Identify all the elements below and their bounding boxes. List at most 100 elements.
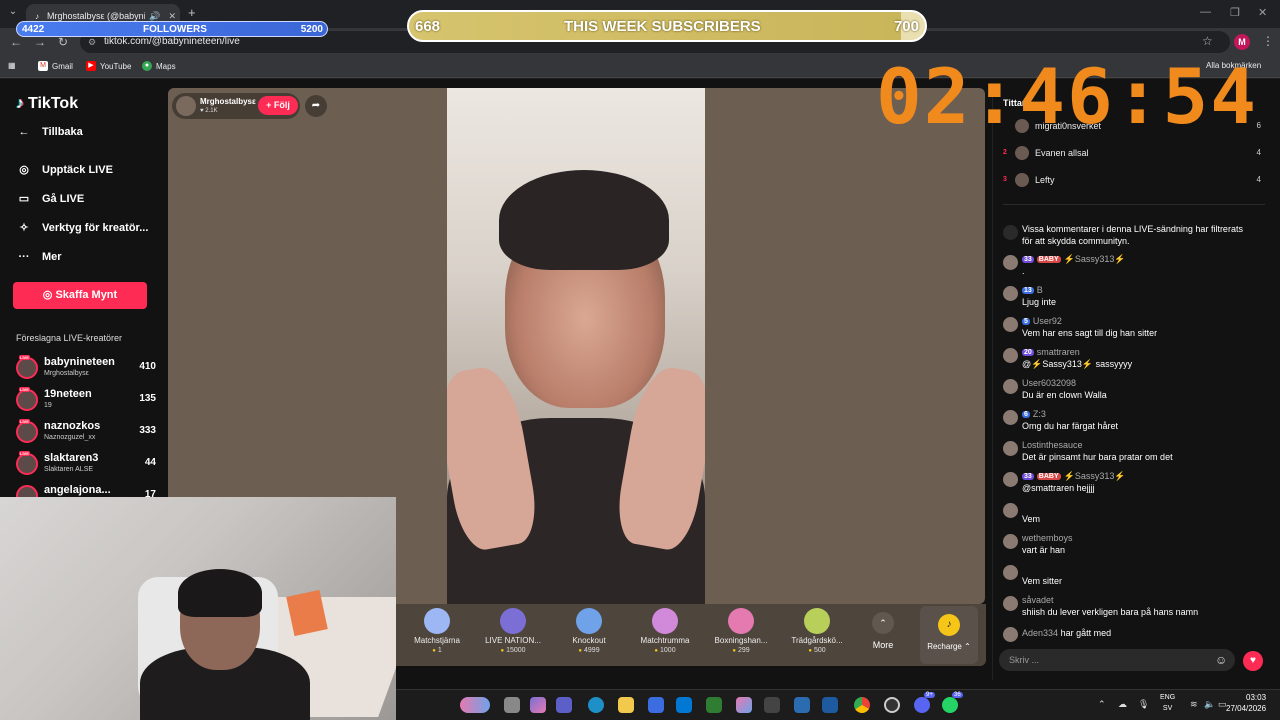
discord-icon[interactable] — [914, 697, 930, 713]
tiktok-logo-icon: ♪ — [16, 95, 24, 112]
tray-app-icon[interactable]: ☁ — [1118, 699, 1127, 710]
system-clock[interactable]: 03:03 27/04/2026 — [1226, 692, 1266, 714]
more-gifts-button[interactable]: ⌃ More — [866, 612, 900, 650]
whatsapp-badge: 36 — [952, 692, 963, 698]
volume-icon[interactable]: 🔈 — [1204, 699, 1215, 710]
sidebar-item-go-live[interactable]: ▭ Gå LIVE — [16, 192, 84, 206]
suggested-creator[interactable]: LIVE naznozkos Naznozguzel_xx 333 — [16, 419, 156, 447]
shield-icon[interactable] — [706, 697, 722, 713]
profile-avatar[interactable]: M — [1234, 34, 1250, 50]
back-arrow-icon: ← — [18, 126, 30, 138]
subscribers-goal-bar: 668 THIS WEEK SUBSCRIBERS 700 — [407, 10, 927, 42]
knockout-gift-icon — [576, 608, 602, 634]
app-icon[interactable] — [764, 697, 780, 713]
comment-author: såvadet — [1022, 595, 1054, 605]
comment-author: User6032098 — [1022, 378, 1077, 388]
chrome-icon[interactable] — [854, 697, 870, 713]
gift-item[interactable]: Matchstjärna 1 — [402, 608, 472, 654]
subscribers-current: 668 — [415, 18, 441, 35]
gift-item[interactable]: Knockout 4999 — [554, 608, 624, 654]
suggested-creator[interactable]: LIVE babynineteen Mrghostalbysε 410 — [16, 355, 156, 383]
subscribers-label: THIS WEEK SUBSCRIBERS — [564, 18, 761, 35]
level-badge: 33 — [1022, 256, 1034, 263]
outlook-icon[interactable] — [676, 697, 692, 713]
widgets-icon[interactable] — [460, 697, 490, 713]
close-tab-icon[interactable]: ✕ — [168, 11, 176, 22]
address-text: tiktok.com/@babynineteen/live — [104, 36, 240, 47]
level-badge: 20 — [1022, 348, 1034, 356]
obs-icon[interactable] — [884, 697, 900, 713]
sidebar-item-explore-live[interactable]: ◎ Upptäck LIVE — [16, 163, 113, 177]
audio-icon[interactable]: 🔊 — [149, 11, 160, 22]
followers-label: FOLLOWERS — [143, 24, 207, 35]
heart-icon[interactable]: ♥ — [1243, 651, 1263, 671]
close-window-button[interactable]: ✕ — [1258, 6, 1267, 19]
recharge-button[interactable]: ♪ Recharge ⌃ — [920, 606, 978, 664]
microphone-icon[interactable]: 🎙 — [1138, 699, 1149, 710]
bookmark-youtube[interactable]: ▶ YouTube — [86, 61, 131, 71]
back-arrow-icon[interactable]: ← — [10, 35, 22, 49]
live-badge: LIVE — [19, 387, 30, 392]
bookmark-gmail[interactable]: M Gmail — [38, 61, 73, 71]
viewer-row[interactable]: 3 Lefty 4 — [1003, 172, 1265, 192]
tray-chevron-icon[interactable]: ⌃ — [1098, 699, 1106, 710]
new-tab-button[interactable]: + — [188, 5, 196, 20]
gift-item[interactable]: Boxningshan... 299 — [706, 608, 776, 654]
copilot-icon[interactable] — [530, 697, 546, 713]
host-likes: ♥ 2.1K — [200, 108, 218, 114]
task-view-icon[interactable] — [504, 697, 520, 713]
level-badge: BABY — [1036, 473, 1061, 480]
tab-search-icon[interactable]: ⌄ — [6, 6, 20, 20]
sidebar-item-creator-tools[interactable]: ✧ Verktyg för kreatör... — [16, 221, 148, 235]
follow-button[interactable]: + Följ — [258, 96, 298, 115]
reload-icon[interactable]: ↻ — [58, 35, 68, 49]
bookmark-star-icon[interactable]: ☆ — [1202, 34, 1213, 48]
wifi-icon[interactable]: ≋ — [1190, 699, 1198, 710]
comment-author: 20 smattraren — [1022, 347, 1080, 357]
divider — [1003, 204, 1265, 205]
maximize-button[interactable]: ❐ — [1230, 6, 1240, 19]
m365-icon[interactable] — [736, 697, 752, 713]
level-badge: BABY — [1036, 256, 1061, 263]
comment-text: Ljug inte — [1022, 297, 1057, 307]
share-icon[interactable]: ➦ — [305, 95, 327, 117]
suggested-creator[interactable]: LIVE 19neteen 19 135 — [16, 387, 156, 415]
suggested-creators-title: Föreslagna LIVE-kreatörer — [16, 333, 123, 343]
live-video[interactable] — [447, 88, 705, 604]
browser-menu-icon[interactable]: ⋮ — [1262, 34, 1274, 48]
comment-text: @smattraren hejjjj — [1022, 483, 1095, 493]
teams-icon[interactable] — [556, 697, 572, 713]
viewer-row[interactable]: 2 Evanen allsal 4 — [1003, 145, 1265, 165]
apps-grid-icon[interactable]: ▦ — [8, 61, 16, 70]
tiktok-logo-icon — [1003, 225, 1018, 240]
avatar — [1003, 627, 1018, 642]
language-indicator[interactable]: ENG SV — [1160, 692, 1175, 714]
emoji-icon[interactable]: ☺ — [1215, 653, 1227, 667]
file-explorer-icon[interactable] — [618, 697, 634, 713]
buy-coins-button[interactable]: ◎ Skaffa Mynt — [13, 282, 147, 309]
gift-item[interactable]: Trädgårdskö... 500 — [782, 608, 852, 654]
suggested-creator[interactable]: LIVE slaktaren3 Slaktaren ALSE 44 — [16, 451, 156, 479]
chat-input[interactable]: Skriv ... — [999, 649, 1235, 671]
avatar — [1003, 348, 1018, 363]
avatar — [1015, 146, 1029, 160]
gift-item[interactable]: Matchtrumma 1000 — [630, 608, 700, 654]
subscribers-goal: 700 — [893, 18, 919, 35]
back-link[interactable]: ← Tillbaka — [16, 126, 83, 138]
photos-icon[interactable] — [794, 697, 810, 713]
sidebar-item-more[interactable]: ··· Mer — [16, 251, 62, 263]
globe-gift-icon — [500, 608, 526, 634]
tiktok-logo[interactable]: ♪ TikTok — [16, 95, 78, 113]
bookmark-maps[interactable]: ● Maps — [142, 61, 176, 71]
forward-arrow-icon[interactable]: → — [34, 35, 46, 49]
settings-app-icon[interactable] — [822, 697, 838, 713]
avatar — [16, 389, 38, 411]
edge-icon[interactable] — [588, 697, 604, 713]
gift-item[interactable]: LIVE NATION... 15000 — [478, 608, 548, 654]
store-icon[interactable] — [648, 697, 664, 713]
comment-author: 6 Z:3 — [1022, 409, 1046, 419]
whatsapp-icon[interactable] — [942, 697, 958, 713]
avatar — [1015, 173, 1029, 187]
avatar — [16, 453, 38, 475]
minimize-button[interactable]: — — [1200, 6, 1211, 18]
